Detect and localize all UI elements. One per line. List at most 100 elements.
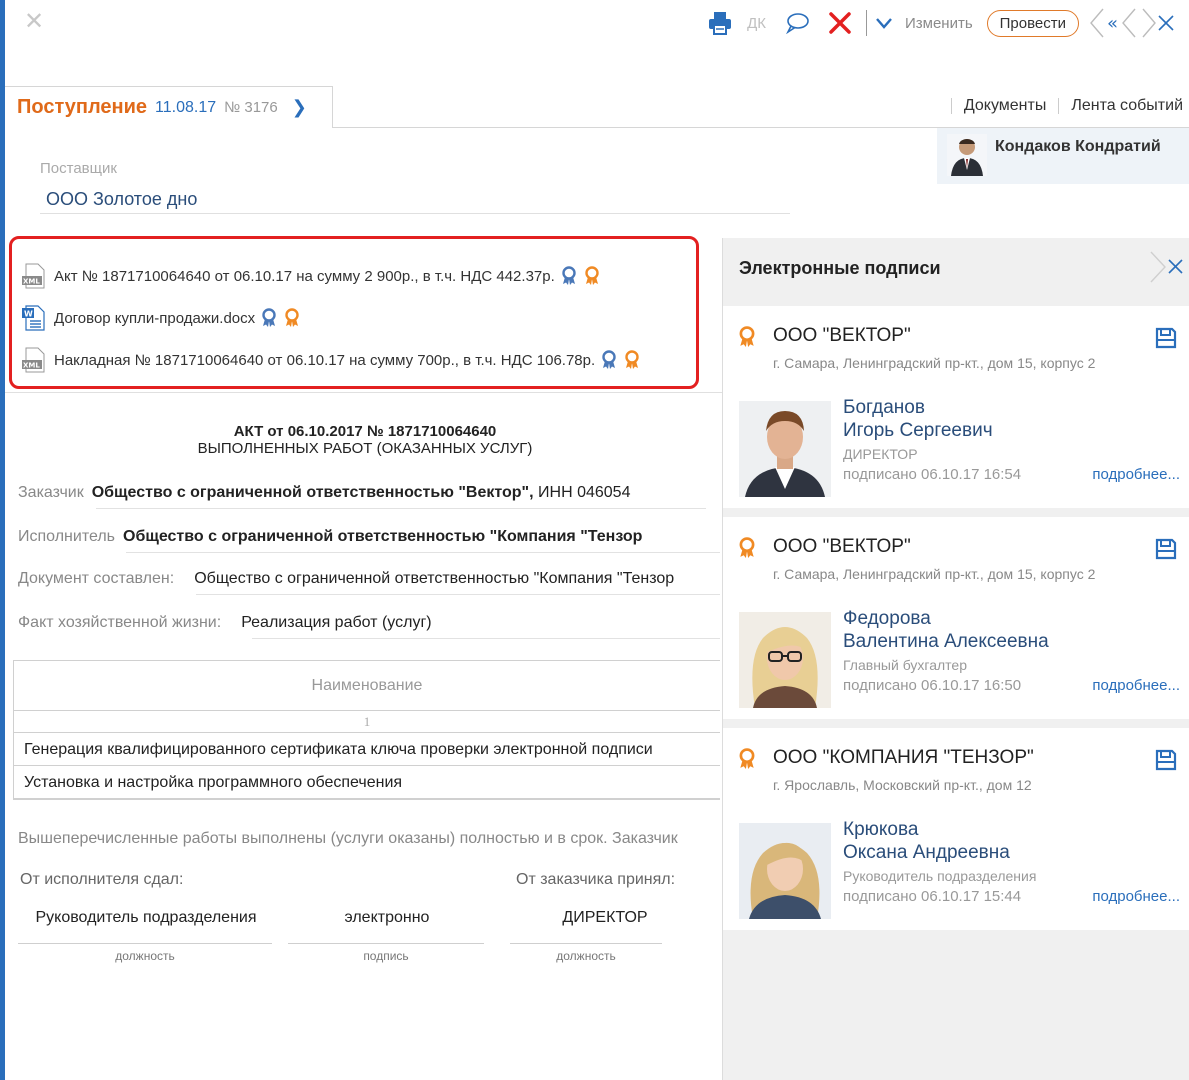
- attachment-name: Договор купли-продажи.docx: [54, 309, 256, 327]
- attachments-divider: [5, 392, 722, 393]
- signer-last-name: Крюкова: [843, 819, 919, 840]
- floppy-disk-icon[interactable]: [1154, 326, 1178, 350]
- act-conclusion: Вышеперечисленные работы выполнены (услу…: [18, 830, 678, 847]
- rosette-icon[interactable]: [283, 308, 301, 328]
- rosette-icon: [739, 748, 755, 769]
- floppy-disk-icon[interactable]: [1154, 748, 1178, 772]
- supplier-underline: [40, 213, 790, 214]
- link-divider: [1058, 98, 1060, 114]
- printer-icon[interactable]: [707, 10, 733, 36]
- xml-file-icon: XML: [22, 347, 45, 373]
- composed-field: Документ составлен: Общество с ограниченн…: [18, 570, 718, 588]
- works-table: Наименование 1 Генерация квалифицированн…: [13, 660, 720, 800]
- executor-value: Общество с ограниченной ответственностью…: [123, 528, 643, 545]
- signer-photo: [739, 823, 831, 919]
- close-window-icon[interactable]: ✕: [24, 10, 44, 34]
- signer-first-names: Игорь Сергеевич: [843, 420, 993, 441]
- act-title-line1: АКТ от 06.10.2017 № 1871710064640: [233, 423, 497, 440]
- attachment-item[interactable]: XML Накладная № 1871710064640 от 06.10.1…: [20, 339, 696, 381]
- supplier-value[interactable]: ООО Золотое дно: [46, 189, 197, 210]
- double-chevron-left-icon[interactable]: «: [1089, 5, 1189, 41]
- signature-card: ООО "ВЕКТОР" г. Самара, Ленинградский пр…: [723, 306, 1189, 508]
- signature-underline: [288, 943, 484, 944]
- details-link[interactable]: подробнее...: [1092, 888, 1180, 905]
- signatures-panel: Электронные подписи ООО "ВЕКТОР" г. Сама…: [722, 238, 1189, 1080]
- executor-position: Руководитель подразделения: [35, 909, 257, 926]
- details-link[interactable]: подробнее...: [1092, 677, 1180, 694]
- signer-organization: ООО "ВЕКТОР": [773, 536, 911, 557]
- svg-text:XML: XML: [23, 278, 40, 286]
- floppy-disk-icon[interactable]: [1154, 537, 1178, 561]
- customer-label: Заказчик: [18, 484, 84, 501]
- document-type: Поступление: [17, 96, 148, 118]
- responsible-user[interactable]: Кондаков Кондратий: [937, 128, 1189, 184]
- supplier-label: Поставщик: [40, 160, 117, 177]
- panel-title: Электронные подписи: [739, 258, 941, 278]
- signature-caption: подпись: [363, 949, 409, 963]
- link-divider: [950, 98, 952, 114]
- rosette-icon[interactable]: [560, 266, 578, 286]
- table-header: Наименование: [14, 661, 720, 711]
- window-left-edge: [0, 0, 5, 1080]
- rosette-icon: [739, 326, 755, 347]
- dk-button[interactable]: ДК: [747, 15, 766, 32]
- fact-value: Реализация работ (услуг): [241, 614, 432, 631]
- signed-timestamp: подписано 06.10.17 16:50: [843, 677, 1022, 694]
- red-cross-icon[interactable]: [828, 11, 852, 35]
- signed-timestamp: подписано 06.10.17 15:44: [843, 888, 1022, 905]
- document-tab: Поступление 11.08.17 № 3176 ❯: [5, 86, 333, 128]
- user-name: Кондаков Кондратий: [995, 138, 1161, 155]
- toolbar: ДК Изменить Провести «: [689, 0, 1189, 46]
- customer-value: Общество с ограниченной ответственностью…: [91, 484, 534, 501]
- speech-bubble-icon[interactable]: [784, 12, 810, 34]
- table-row: Установка и настройка программного обесп…: [14, 766, 720, 799]
- attachment-item[interactable]: XML Акт № 1871710064640 от 06.10.17 на с…: [20, 255, 696, 297]
- table-row: Генерация квалифицированного сертификата…: [14, 733, 720, 766]
- signer-last-name: Федорова: [843, 608, 931, 629]
- executor-field: Исполнитель Общество с ограниченной ответ…: [18, 528, 718, 546]
- run-button[interactable]: Провести: [986, 9, 1079, 37]
- rosette-icon[interactable]: [260, 308, 278, 328]
- attachment-item[interactable]: W Договор купли-продажи.docx: [20, 297, 696, 339]
- signer-last-name: Богданов: [843, 397, 925, 418]
- signature-card: ООО "КОМПАНИЯ "ТЕНЗОР" г. Ярославль, Мос…: [723, 728, 1189, 930]
- rosette-icon[interactable]: [623, 350, 641, 370]
- edit-button[interactable]: Изменить: [905, 15, 973, 32]
- chevron-right-icon[interactable]: ❯: [292, 97, 307, 118]
- attachment-name: Акт № 1871710064640 от 06.10.17 на сумму…: [54, 267, 555, 285]
- signature-card: ООО "ВЕКТОР" г. Самара, Ленинградский пр…: [723, 517, 1189, 719]
- from-customer-label: От заказчика принял:: [516, 871, 676, 888]
- signer-first-names: Оксана Андреевна: [843, 842, 1010, 863]
- field-underline: [252, 638, 720, 639]
- signature-method: электронно: [344, 909, 430, 926]
- documents-link[interactable]: Документы: [964, 97, 1046, 115]
- signer-first-names: Валентина Алексеевна: [843, 631, 1049, 652]
- from-executor-label: От исполнителя сдал:: [20, 871, 184, 888]
- signer-address: г. Самара, Ленинградский пр-кт., дом 15,…: [773, 566, 1096, 582]
- executor-label: Исполнитель: [18, 528, 116, 545]
- rosette-icon[interactable]: [583, 266, 601, 286]
- document-date[interactable]: 11.08.17: [155, 99, 216, 117]
- svg-text:XML: XML: [23, 362, 40, 370]
- top-links: Документы Лента событий: [939, 97, 1183, 115]
- event-feed-link[interactable]: Лента событий: [1071, 97, 1183, 115]
- fact-field: Факт хозяйственной жизни: Реализация рабо…: [18, 614, 718, 632]
- svg-text:W: W: [24, 310, 33, 319]
- customer-inn: ИНН 046054: [538, 484, 631, 501]
- signer-photo: [739, 612, 831, 708]
- chevron-down-icon[interactable]: [875, 16, 893, 30]
- fact-label: Факт хозяйственной жизни:: [18, 614, 222, 631]
- composed-value: Общество с ограниченной ответственностью…: [194, 570, 675, 587]
- close-panel-icon[interactable]: [1137, 250, 1189, 284]
- avatar: [947, 134, 987, 176]
- position-caption: должность: [556, 949, 616, 963]
- xml-file-icon: XML: [22, 263, 45, 289]
- signer-position: Главный бухгалтер: [843, 657, 967, 673]
- details-link[interactable]: подробнее...: [1092, 466, 1180, 483]
- rosette-icon[interactable]: [600, 350, 618, 370]
- signer-address: г. Ярославль, Московский пр-кт., дом 12: [773, 777, 1032, 793]
- act-title: АКТ от 06.10.2017 № 1871710064640 ВЫПОЛН…: [10, 423, 720, 457]
- signer-photo: [739, 401, 831, 497]
- attachment-name: Накладная № 1871710064640 от 06.10.17 на…: [54, 351, 596, 369]
- signer-organization: ООО "ВЕКТОР": [773, 325, 911, 346]
